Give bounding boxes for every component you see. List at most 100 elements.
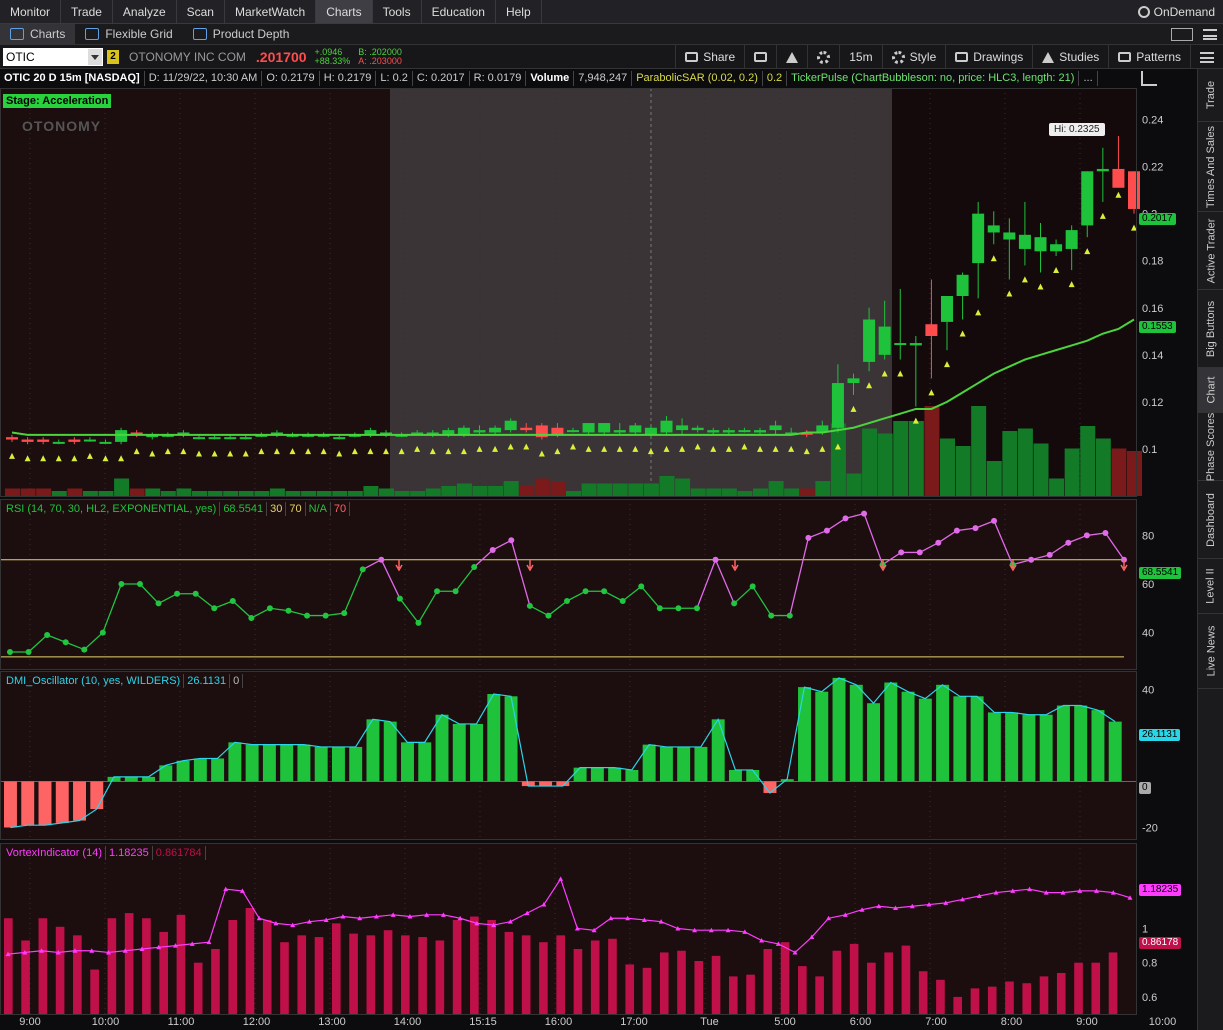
menu-item-monitor[interactable]: Monitor xyxy=(0,0,62,23)
style-button[interactable]: Style xyxy=(881,45,946,69)
snapshot-button[interactable] xyxy=(744,45,776,69)
dmi-zero: 0 xyxy=(230,674,244,688)
candle-body xyxy=(457,427,470,435)
menu-item-trade[interactable]: Trade xyxy=(61,0,113,23)
sidebar-tab-live-news[interactable]: Live News xyxy=(1198,614,1223,689)
price-tick-label: 0.24 xyxy=(1142,115,1163,127)
dmi-bar xyxy=(314,746,328,782)
flask-button[interactable] xyxy=(776,45,807,69)
sidebar-tab-level-ii[interactable]: Level II xyxy=(1198,559,1223,614)
rsi-point xyxy=(99,629,106,636)
share-label: Share xyxy=(703,50,736,64)
header-range: R: 0.0179 xyxy=(470,71,527,86)
chart-settings-icon[interactable] xyxy=(1141,71,1157,86)
menu-item-education[interactable]: Education xyxy=(422,0,496,23)
menu-item-tools[interactable]: Tools xyxy=(373,0,422,23)
rsi-point xyxy=(285,607,292,614)
rsi-point xyxy=(731,600,738,607)
settings-button[interactable] xyxy=(807,45,839,69)
chevron-down-icon[interactable] xyxy=(88,48,102,65)
volume-bar xyxy=(223,491,239,496)
drawings-button[interactable]: Drawings xyxy=(945,45,1032,69)
volume-bar xyxy=(721,488,737,496)
ondemand-button[interactable]: OnDemand xyxy=(1137,0,1215,24)
volume-bar xyxy=(316,491,332,496)
toolbar-menu-button[interactable] xyxy=(1190,45,1223,69)
candle-body xyxy=(1065,230,1078,249)
rsi-point xyxy=(991,517,998,524)
candle-body xyxy=(1128,171,1140,209)
dmi-zero-tag: 0 xyxy=(1139,782,1151,794)
camera-icon xyxy=(754,52,768,62)
symbol-input[interactable]: OTIC xyxy=(3,47,103,66)
vortex-minus-bar xyxy=(728,976,738,1014)
candle-body xyxy=(894,343,907,346)
candle-body xyxy=(878,326,891,355)
timeframe-button[interactable]: 15m xyxy=(839,45,881,69)
dmi-bar xyxy=(573,767,587,782)
menu-item-scan[interactable]: Scan xyxy=(177,0,225,23)
candle-body xyxy=(504,420,517,431)
vortex-minus-bar xyxy=(849,943,859,1014)
volume-bar xyxy=(285,491,301,496)
tickerpulse-label: TickerPulse (ChartBubbleson: no, price: … xyxy=(787,71,1080,86)
rsi-point xyxy=(712,556,719,563)
layout-box-icon[interactable] xyxy=(1171,28,1193,41)
patterns-icon xyxy=(1118,52,1132,62)
sidebar-tab-trade[interactable]: Trade xyxy=(1198,69,1223,122)
menu-icon[interactable] xyxy=(1203,29,1217,40)
rsi-point xyxy=(805,534,812,541)
volume-bar xyxy=(908,421,924,496)
sidebar-tab-times-and-sales[interactable]: Times And Sales xyxy=(1198,122,1223,212)
candle-body xyxy=(956,274,969,296)
time-label: 15:15 xyxy=(469,1016,497,1028)
menu-item-analyze[interactable]: Analyze xyxy=(113,0,177,23)
volume-bar xyxy=(301,491,317,496)
volume-bar xyxy=(472,486,488,496)
volume-bar xyxy=(784,488,800,496)
header-more[interactable]: ... xyxy=(1079,71,1098,86)
sub-tab-bar: Charts Flexible Grid Product Depth xyxy=(0,23,1223,45)
patterns-label: Patterns xyxy=(1136,50,1181,64)
candle-body xyxy=(847,378,860,384)
patterns-button[interactable]: Patterns xyxy=(1108,45,1190,69)
depth-icon xyxy=(192,28,207,40)
dmi-bar xyxy=(297,744,311,782)
time-label: 16:00 xyxy=(545,1016,573,1028)
dmi-bar xyxy=(349,746,363,782)
flask-icon xyxy=(786,51,799,63)
menu-item-marketwatch[interactable]: MarketWatch xyxy=(225,0,317,23)
candle-body xyxy=(598,423,611,433)
chart-canvas[interactable]: 0.240.220.20.180.160.140.120.19:0010:001… xyxy=(0,88,1197,1030)
volume-bar xyxy=(706,488,722,496)
volume-bar xyxy=(51,491,67,496)
rsi-na: N/A xyxy=(306,502,331,516)
menu-item-help[interactable]: Help xyxy=(496,0,542,23)
tab-charts[interactable]: Charts xyxy=(0,23,76,45)
drawings-label: Drawings xyxy=(973,50,1024,64)
share-button[interactable]: Share xyxy=(675,45,744,69)
sidebar-tab-chart[interactable]: Chart xyxy=(1198,368,1223,413)
vortex-tick-label: 0.6 xyxy=(1142,992,1157,1004)
rsi-point xyxy=(1028,556,1035,563)
tab-flexible-grid[interactable]: Flexible Grid xyxy=(75,24,182,45)
volume-bar xyxy=(192,491,207,496)
dmi-bar xyxy=(849,684,863,782)
sidebar-tab-big-buttons[interactable]: Big Buttons xyxy=(1198,290,1223,368)
company-watermark: OTONOMY xyxy=(22,118,102,134)
menu-item-charts[interactable]: Charts xyxy=(316,0,373,23)
tab-product-depth[interactable]: Product Depth xyxy=(183,24,300,45)
vortex-pane-bg xyxy=(0,843,1136,1014)
link-group-badge[interactable]: 2 xyxy=(107,49,119,64)
sidebar-tab-phase-scores[interactable]: Phase Scores xyxy=(1198,412,1223,481)
dmi-bar xyxy=(884,682,898,782)
time-label: 9:00 xyxy=(1076,1016,1097,1028)
vortex-minus-bar xyxy=(867,962,876,1014)
vortex-minus-bar xyxy=(798,966,807,1014)
dmi-bar xyxy=(435,714,449,782)
sidebar-tab-active-trader[interactable]: Active Trader xyxy=(1198,212,1223,290)
sidebar-tab-dashboard[interactable]: Dashboard xyxy=(1198,481,1223,559)
studies-button[interactable]: Studies xyxy=(1032,45,1108,69)
tab-charts-label: Charts xyxy=(30,27,66,41)
share-icon xyxy=(685,52,699,62)
